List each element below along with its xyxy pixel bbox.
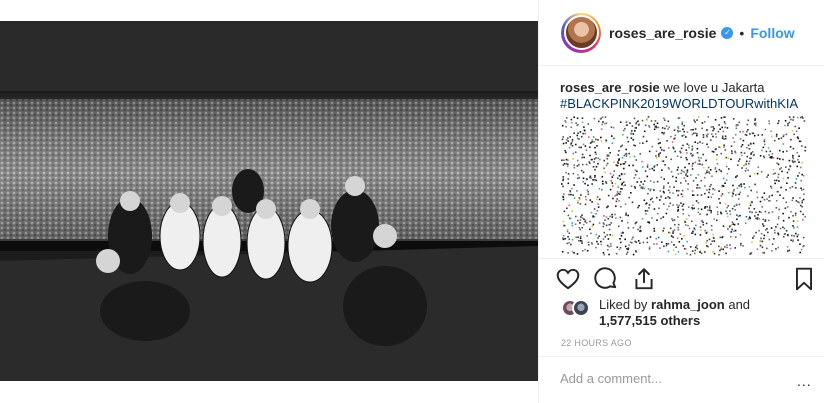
post-header: roses_are_rosie ✓ • Follow (539, 0, 824, 66)
caption-username[interactable]: roses_are_rosie (560, 80, 660, 95)
comment-input[interactable] (560, 370, 760, 386)
caption-emoji-noise (561, 116, 807, 256)
caption-text: we love u Jakarta (659, 80, 765, 95)
comment-icon[interactable] (593, 266, 619, 292)
liker-avatar (572, 299, 590, 317)
comment-row (560, 366, 810, 390)
header-username[interactable]: roses_are_rosie (609, 25, 716, 41)
actions-divider (539, 258, 824, 259)
liked-by-user[interactable]: rahma_joon (651, 297, 725, 312)
likes-text: Liked by rahma_joon and 1,577,515 others (599, 297, 750, 329)
follow-button[interactable]: Follow (750, 25, 794, 41)
liker-avatars[interactable] (561, 297, 595, 317)
share-icon[interactable] (631, 266, 657, 292)
liked-by-prefix: Liked by (599, 297, 652, 312)
comment-divider (539, 356, 824, 357)
heart-icon[interactable] (555, 266, 581, 292)
post-caption: roses_are_rosie we love u Jakarta #BLACK… (560, 80, 810, 112)
profile-avatar[interactable] (561, 12, 601, 53)
likes-summary: Liked by rahma_joon and 1,577,515 others (561, 297, 750, 329)
verified-badge-icon: ✓ (721, 26, 734, 39)
post-photo[interactable] (0, 21, 538, 381)
avatar-image (563, 15, 599, 50)
post-photo-panel[interactable] (0, 21, 538, 381)
action-bar (555, 266, 823, 292)
bookmark-icon[interactable] (791, 266, 817, 292)
header-separator: • (739, 24, 745, 41)
caption-hashtag[interactable]: #BLACKPINK2019WORLDTOURwithKIA (560, 96, 810, 112)
more-options-icon[interactable]: ... (797, 373, 812, 389)
post-sidebar: roses_are_rosie ✓ • Follow roses_are_ros… (538, 0, 824, 403)
likes-count[interactable]: 1,577,515 others (599, 313, 700, 328)
liked-by-and: and (724, 297, 751, 312)
post-timestamp[interactable]: 22 HOURS AGO (561, 338, 632, 348)
